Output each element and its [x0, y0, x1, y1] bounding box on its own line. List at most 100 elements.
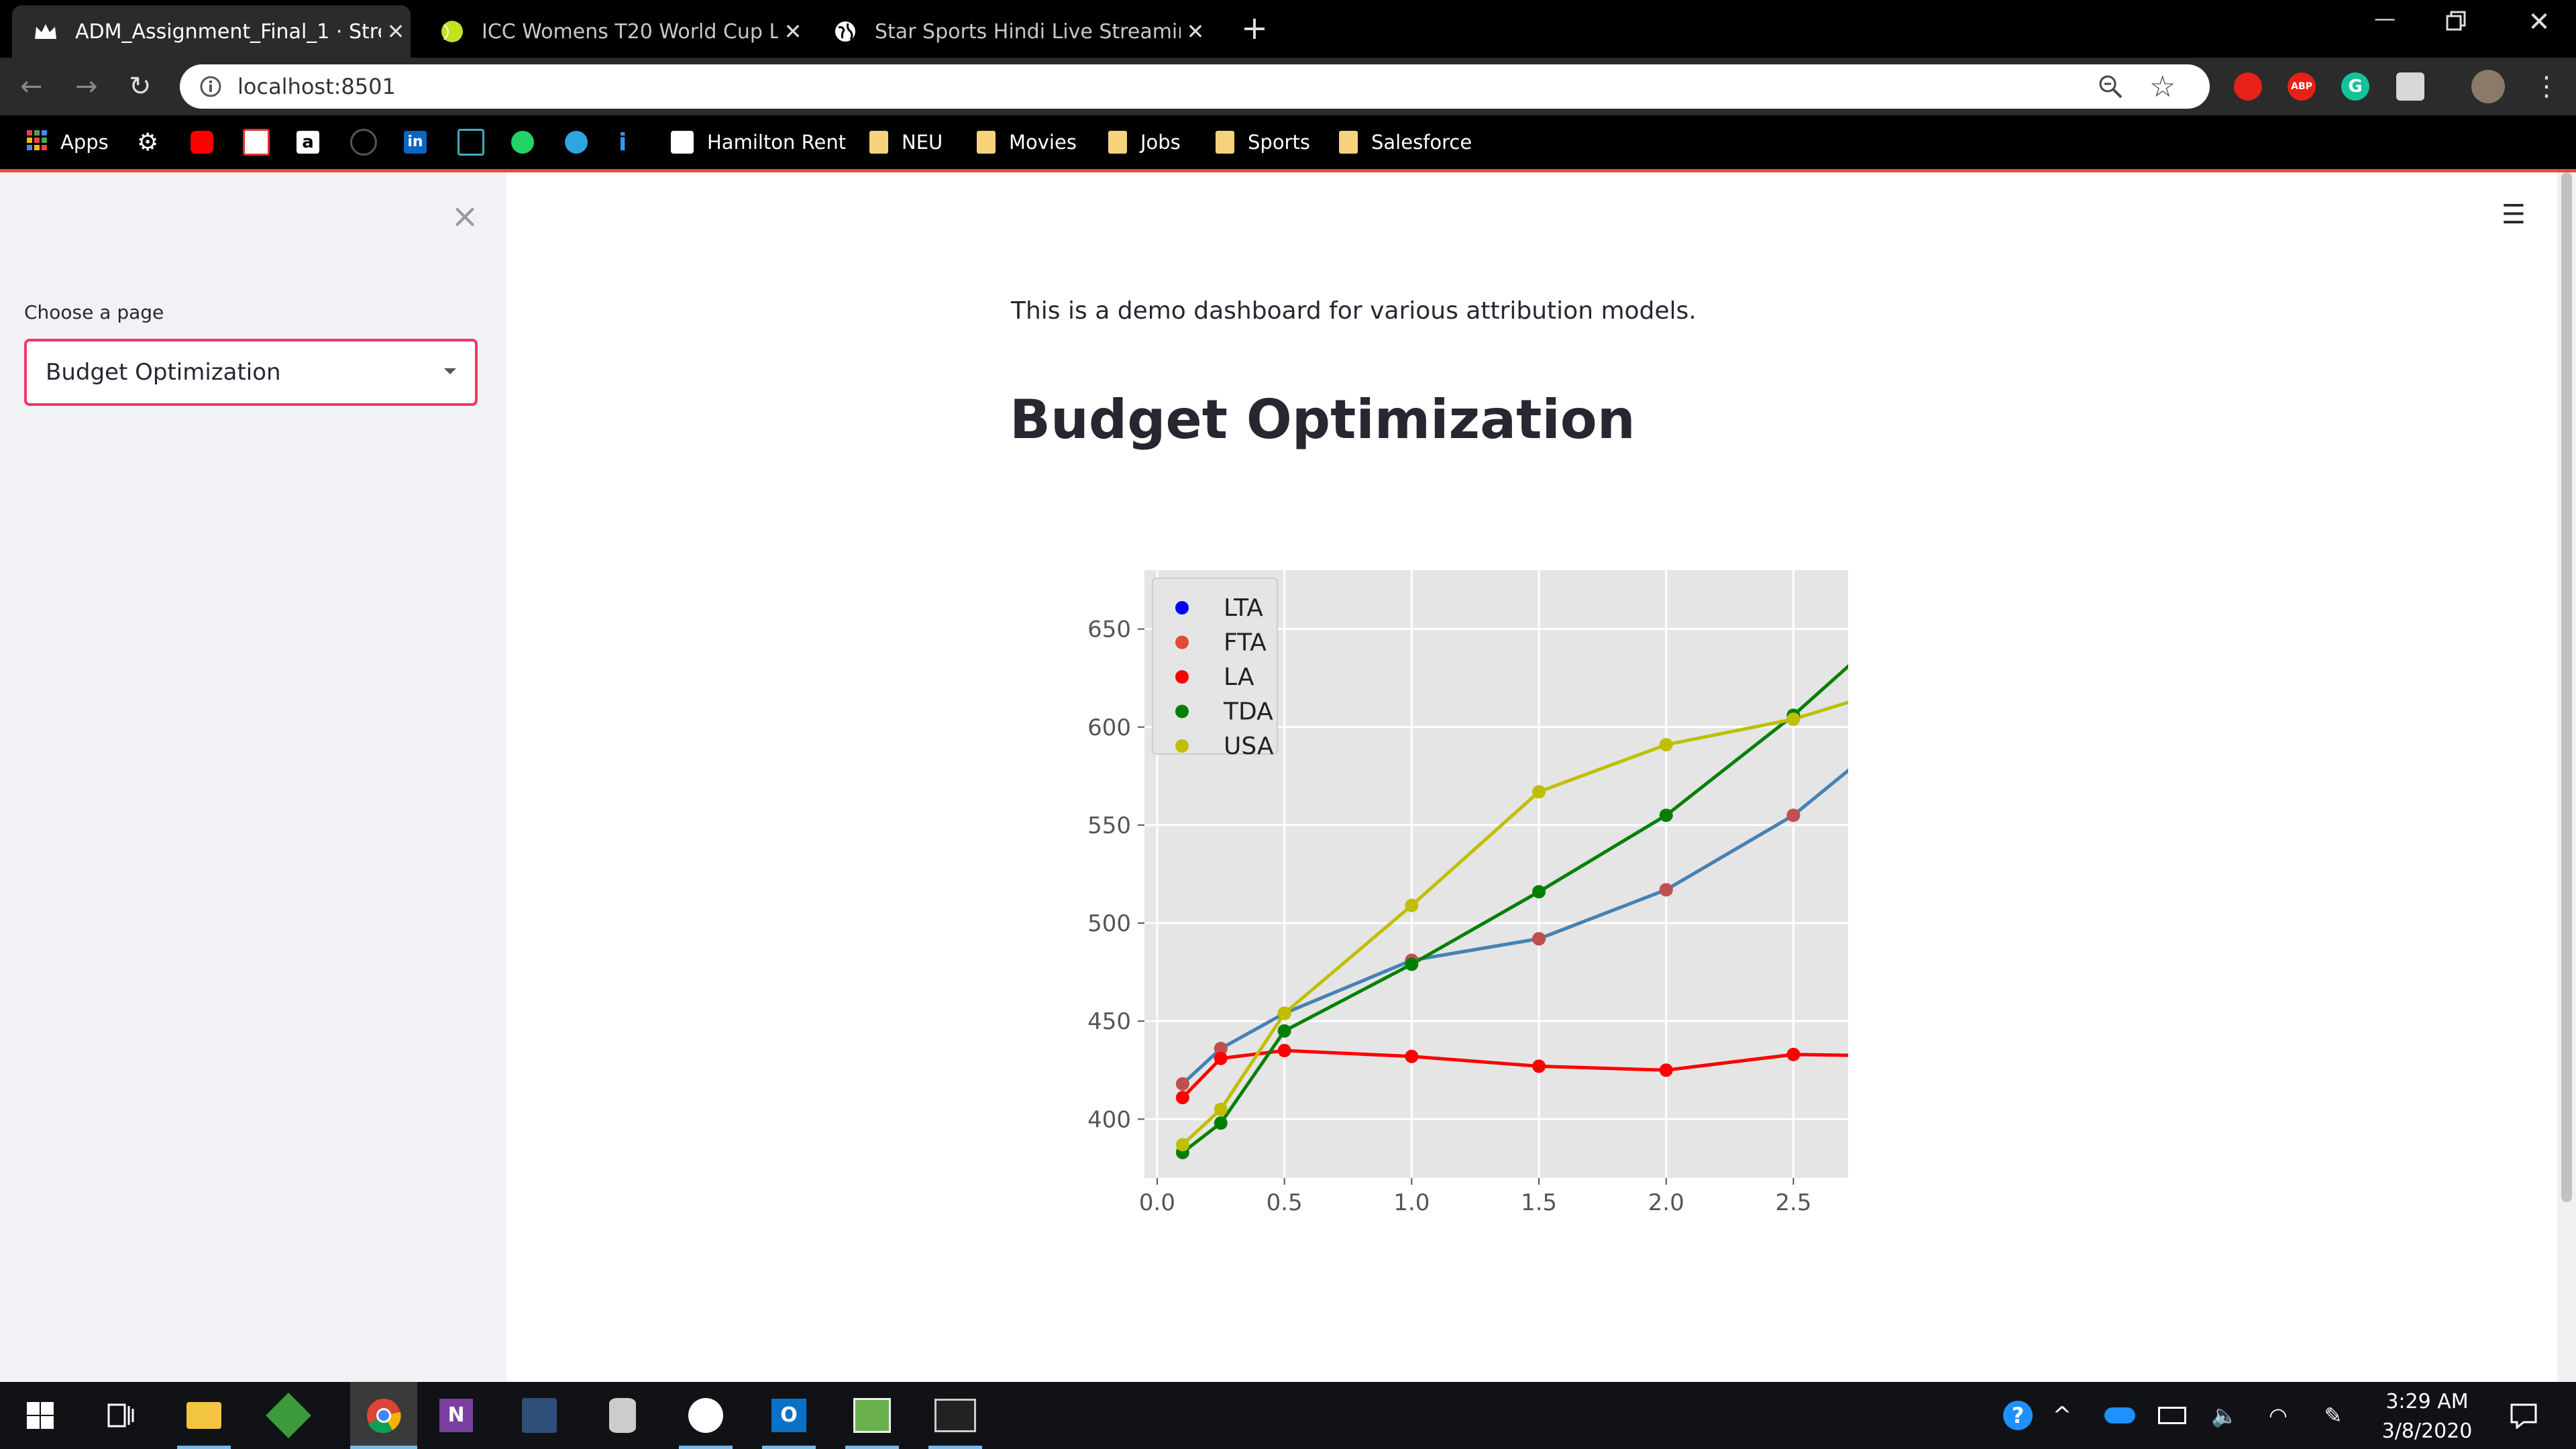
data-point-tda	[1214, 1116, 1228, 1130]
clock-date[interactable]: 3/8/2020	[2372, 1419, 2482, 1443]
legend-marker-fta	[1175, 635, 1189, 649]
gmail-icon[interactable]	[243, 115, 283, 169]
x-tick-label: 0.0	[1139, 1189, 1175, 1216]
code-extension-icon[interactable]	[2396, 72, 2424, 101]
legend-label-lta: LTA	[1224, 594, 1263, 622]
zoom-icon[interactable]	[2097, 73, 2124, 100]
image-editor-icon[interactable]	[851, 1394, 894, 1437]
sql-workbench-icon[interactable]	[518, 1394, 561, 1437]
budget-chart: 0.00.51.01.52.02.53.0400450500550600650 …	[1087, 570, 1848, 1216]
data-point-usa	[1659, 738, 1673, 752]
bookmark-salesforce[interactable]: Salesforce	[1339, 115, 1472, 169]
wifi-icon[interactable]: ◠	[2257, 1394, 2300, 1437]
data-point-usa	[1277, 1006, 1291, 1020]
speedometer-icon[interactable]	[350, 115, 390, 169]
telegram-icon[interactable]	[565, 115, 601, 169]
linkedin-icon[interactable]: in	[404, 115, 440, 169]
amazon-icon[interactable]: a	[297, 115, 333, 169]
bookmark-apps[interactable]: Apps	[25, 115, 109, 169]
sidebar-close-icon[interactable]: ×	[448, 199, 482, 233]
back-icon[interactable]: ←	[20, 71, 51, 102]
data-point-usa	[1532, 785, 1546, 799]
legend-marker-tda	[1175, 704, 1189, 718]
data-point-la	[1405, 1049, 1419, 1063]
hamburger-menu-icon[interactable]: ☰	[2502, 199, 2528, 233]
battery-icon[interactable]	[2151, 1394, 2194, 1437]
file-explorer-icon[interactable]	[182, 1394, 225, 1437]
chevron-up-icon[interactable]: ^	[2041, 1394, 2084, 1437]
clock-time[interactable]: 3:29 AM	[2372, 1390, 2482, 1413]
abp-extension-icon[interactable]: ABP	[2288, 72, 2316, 101]
database-icon[interactable]	[601, 1394, 644, 1437]
windows-start-icon[interactable]	[19, 1394, 62, 1437]
page-scrollbar[interactable]	[2557, 172, 2576, 1382]
page-select[interactable]: Budget Optimization	[24, 339, 478, 406]
x-tick-label: 2.0	[1648, 1189, 1684, 1216]
data-point-usa	[1214, 1102, 1228, 1116]
bookmark-movies[interactable]: Movies	[977, 115, 1077, 169]
tab-icc[interactable]: ICC Womens T20 World Cup Live ✕	[419, 5, 808, 58]
bookmark-neu[interactable]: NEU	[869, 115, 943, 169]
outlook-icon[interactable]: O	[767, 1394, 810, 1437]
scrollbar-thumb[interactable]	[2561, 172, 2572, 1202]
volume-muted-icon[interactable]: 🔈	[2203, 1394, 2246, 1437]
data-point-la	[1175, 1091, 1189, 1105]
onenote-icon[interactable]: N	[435, 1394, 478, 1437]
data-point-la	[1277, 1044, 1291, 1058]
running-indicator	[350, 1446, 417, 1449]
y-tick-label: 400	[1087, 1106, 1131, 1133]
folder-icon	[1108, 131, 1127, 154]
bookmark-star-icon[interactable]: ☆	[2149, 70, 2179, 104]
hamilton-logo-icon	[671, 131, 694, 154]
y-tick-label: 600	[1087, 714, 1131, 741]
gear-icon[interactable]: ⚙	[137, 115, 158, 169]
legend-label-la: LA	[1224, 663, 1254, 691]
slack-icon[interactable]	[684, 1394, 727, 1437]
restore-icon[interactable]	[2443, 9, 2473, 39]
running-indicator	[845, 1446, 899, 1449]
window-bookmark-icon[interactable]	[458, 115, 498, 169]
data-point-la	[1532, 1059, 1546, 1073]
new-tab-button[interactable]: +	[1234, 8, 1275, 48]
info-bookmark-icon[interactable]: i	[619, 115, 627, 169]
apps-grid-icon	[25, 129, 48, 156]
notifications-icon[interactable]	[2502, 1394, 2545, 1437]
info-icon[interactable]	[199, 74, 223, 99]
task-view-icon[interactable]	[99, 1394, 142, 1437]
chevron-down-icon[interactable]	[444, 368, 456, 374]
tab-close-icon[interactable]: ✕	[381, 19, 411, 44]
bookmark-jobs[interactable]: Jobs	[1108, 115, 1181, 169]
reload-icon[interactable]: ↻	[129, 71, 160, 102]
tab-streamlit[interactable]: ADM_Assignment_Final_1 · Streamlit ✕	[12, 5, 411, 58]
onedrive-cloud-icon[interactable]	[2098, 1394, 2141, 1437]
bookmark-label: NEU	[902, 131, 943, 154]
folder-icon	[869, 131, 888, 154]
browser-menu-icon[interactable]: ⋮	[2533, 70, 2560, 103]
whatsapp-icon[interactable]	[511, 115, 547, 169]
tab-close-icon[interactable]: ✕	[1181, 19, 1210, 44]
tools-app-icon[interactable]	[266, 1393, 311, 1438]
legend-label-usa: USA	[1224, 733, 1274, 760]
pen-icon[interactable]: ✎	[2312, 1394, 2355, 1437]
bookmark-hamilton-rent[interactable]: Hamilton Rent	[671, 115, 846, 169]
tab-star-sports[interactable]: Star Sports Hindi Live Streaming ✕	[812, 5, 1210, 58]
terminal-icon[interactable]	[934, 1394, 977, 1437]
tab-close-icon[interactable]: ✕	[778, 19, 808, 44]
legend-label-fta: FTA	[1224, 629, 1267, 657]
forward-icon[interactable]: →	[75, 71, 106, 102]
data-point-la	[1786, 1047, 1801, 1061]
y-tick-label: 650	[1087, 616, 1131, 643]
bookmark-sports[interactable]: Sports	[1216, 115, 1310, 169]
address-bar[interactable]: localhost:8501 ☆	[180, 64, 2210, 109]
tab-title: ADM_Assignment_Final_1 · Streamlit	[75, 19, 381, 44]
window-close-icon[interactable]: ✕	[2522, 7, 2556, 40]
youtube-icon[interactable]	[191, 115, 227, 169]
adblock-hand-icon[interactable]	[2234, 72, 2262, 101]
data-point-fta	[1659, 883, 1673, 897]
grammarly-icon[interactable]: G	[2341, 72, 2369, 101]
folder-icon	[977, 131, 996, 154]
profile-avatar[interactable]	[2471, 70, 2505, 103]
help-icon[interactable]: ?	[1996, 1394, 2039, 1437]
minimize-icon[interactable]: —	[2368, 5, 2402, 39]
chrome-icon[interactable]	[350, 1382, 417, 1449]
